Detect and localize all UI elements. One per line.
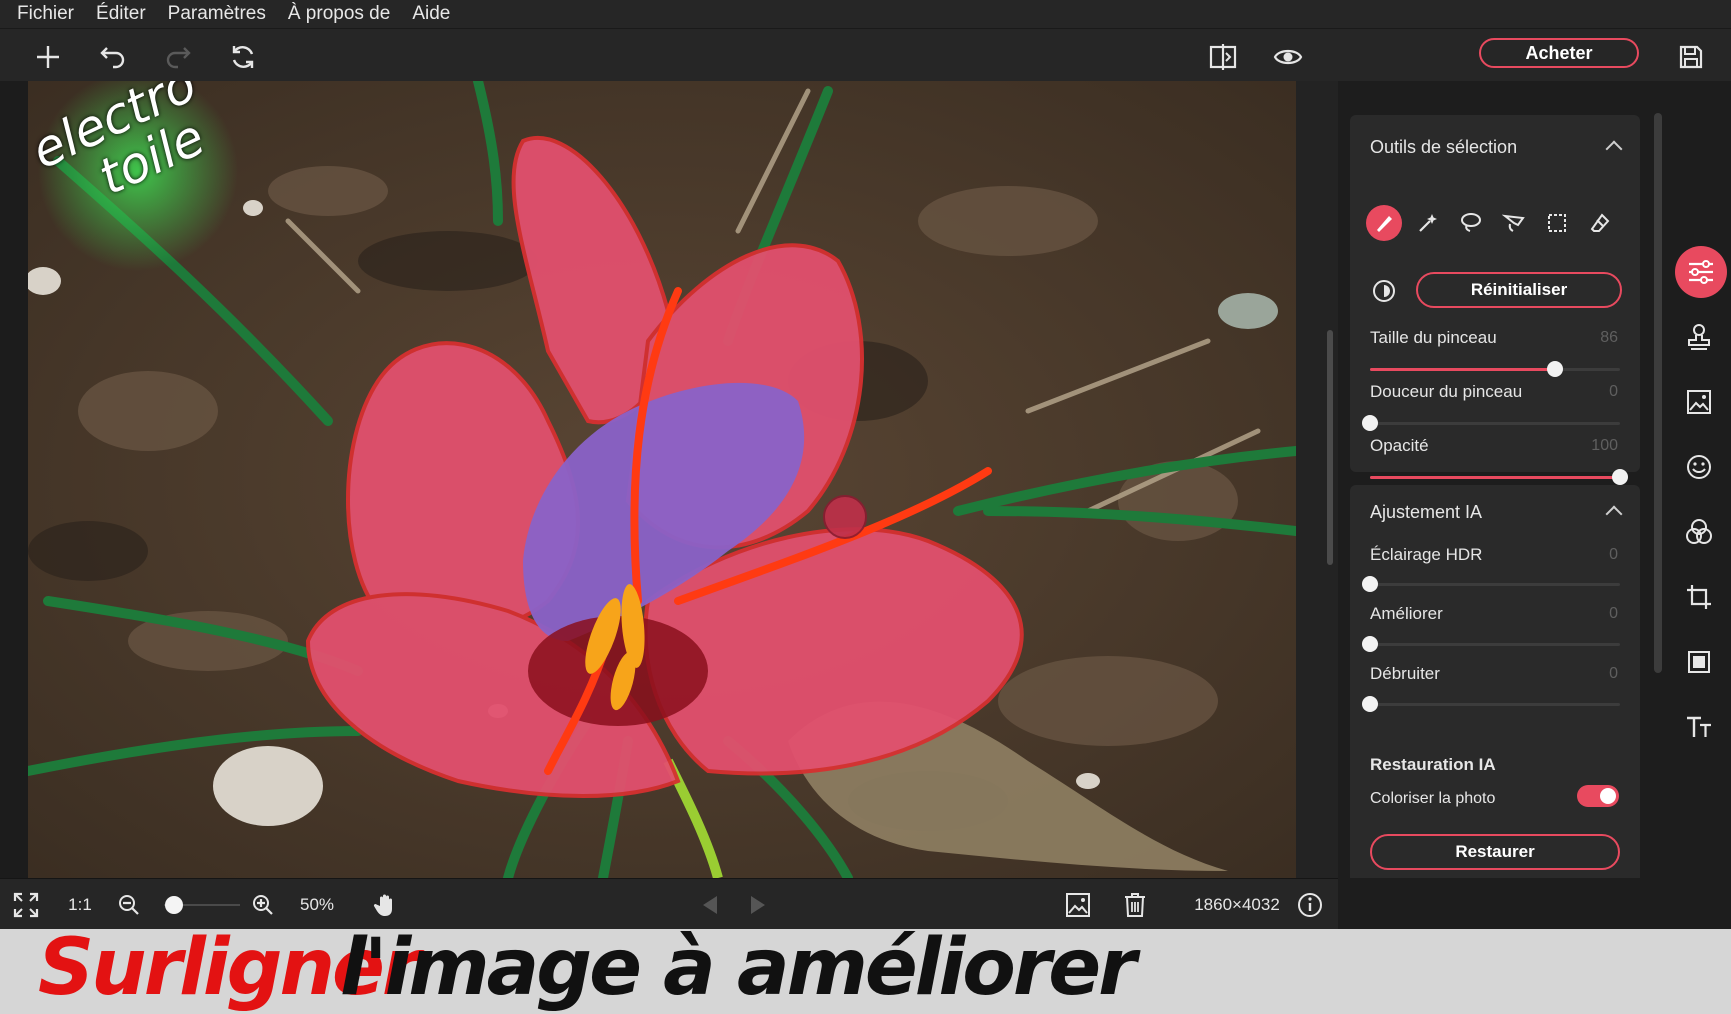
denoise-label: Débruiter [1370, 664, 1440, 683]
invert-selection-icon[interactable] [1370, 277, 1398, 305]
face-icon[interactable] [1676, 444, 1722, 490]
restore-button[interactable]: Restaurer [1370, 834, 1620, 870]
redo-icon[interactable] [158, 37, 198, 77]
polygon-lasso-icon[interactable] [1496, 205, 1532, 241]
crop-icon[interactable] [1676, 574, 1722, 620]
denoise-knob[interactable] [1362, 696, 1378, 712]
brush-softness-knob[interactable] [1362, 415, 1378, 431]
color-blend-icon[interactable] [1676, 509, 1722, 555]
bottom-right-fill [1338, 878, 1731, 929]
plus-icon[interactable] [28, 37, 68, 77]
zoom-knob[interactable] [164, 896, 183, 914]
trash-icon[interactable] [1119, 879, 1151, 930]
previous-image-icon[interactable] [696, 879, 724, 930]
ai-adjust-title: Ajustement IA [1370, 502, 1483, 522]
hdr-label: Éclairage HDR [1370, 545, 1483, 564]
collapse-ai-adjust-chevron-icon[interactable] [1605, 505, 1623, 523]
toolbar [0, 28, 1731, 82]
hdr-slider[interactable] [1362, 576, 1620, 592]
eraser-icon[interactable] [1582, 205, 1618, 241]
enhance-value: 0 [1609, 605, 1618, 622]
menu-parametres[interactable]: Paramètres [168, 3, 266, 25]
brush-size-knob[interactable] [1547, 361, 1563, 377]
enhance-slider[interactable] [1362, 636, 1620, 652]
hand-pan-icon[interactable] [370, 879, 402, 930]
save-icon[interactable] [1671, 37, 1711, 77]
next-image-icon[interactable] [744, 879, 772, 930]
menu-bar: Fichier Éditer Paramètres À propos de Ai… [0, 0, 1731, 28]
canvas-scrollbar[interactable] [1327, 330, 1333, 565]
hdr-knob[interactable] [1362, 576, 1378, 592]
hdr-value: 0 [1609, 546, 1618, 563]
text-icon[interactable] [1676, 704, 1722, 750]
open-image-icon[interactable] [1062, 879, 1094, 930]
caption-text: l'image à améliorer [340, 929, 1137, 1013]
one-to-one-button[interactable]: 1:1 [60, 879, 100, 930]
image-icon[interactable] [1676, 379, 1722, 425]
menu-fichier[interactable]: Fichier [17, 3, 74, 25]
info-icon[interactable] [1295, 879, 1325, 930]
denoise-slider[interactable] [1362, 696, 1620, 712]
stamp-icon[interactable] [1676, 314, 1722, 360]
canvas-margin-left [0, 81, 28, 878]
collapse-selection-chevron-icon[interactable] [1605, 140, 1623, 158]
brush-size-value: 86 [1600, 329, 1618, 346]
ai-restore-title: Restauration IA [1370, 755, 1496, 774]
refresh-icon[interactable] [223, 37, 263, 77]
denoise-value: 0 [1609, 665, 1618, 682]
brush-softness-label: Douceur du pinceau [1370, 382, 1523, 401]
enhance-label: Améliorer [1370, 604, 1443, 623]
transform-icon[interactable] [1676, 639, 1722, 685]
lasso-icon[interactable] [1453, 205, 1489, 241]
colorize-toggle[interactable] [1577, 785, 1619, 807]
zoom-in-icon[interactable] [248, 879, 278, 930]
undo-icon[interactable] [93, 37, 133, 77]
image-dimensions: 1860×4032 [1194, 894, 1280, 914]
video-caption: Surligner l'image à améliorer [0, 929, 1731, 1014]
menu-aide[interactable]: Aide [412, 3, 450, 25]
selection-tools-title: Outils de sélection [1370, 137, 1518, 157]
rect-select-icon[interactable] [1539, 205, 1575, 241]
compare-icon[interactable] [1203, 37, 1243, 77]
opacity-value: 100 [1591, 437, 1618, 454]
colorize-label: Coloriser la photo [1370, 790, 1496, 807]
zoom-level: 50% [299, 894, 335, 914]
selection-tools-card: Outils de sélection Réinitialiser Taille… [1350, 115, 1640, 485]
enhance-knob[interactable] [1362, 636, 1378, 652]
brush-softness-slider[interactable] [1362, 415, 1620, 431]
opacity-slider[interactable] [1370, 469, 1628, 485]
photo-artwork [28, 81, 1296, 878]
adjust-sliders-icon[interactable] [1675, 246, 1727, 298]
eye-icon[interactable] [1268, 37, 1308, 77]
buy-button[interactable]: Acheter [1479, 38, 1639, 68]
fit-screen-icon[interactable] [8, 879, 44, 930]
opacity-knob[interactable] [1612, 469, 1628, 485]
image-canvas[interactable]: electro toile [28, 81, 1296, 878]
magic-wand-icon[interactable] [1410, 205, 1446, 241]
brush-size-slider[interactable] [1370, 361, 1620, 377]
zoom-out-icon[interactable] [114, 879, 144, 930]
brush-size-label: Taille du pinceau [1370, 328, 1497, 347]
menu-editer[interactable]: Éditer [96, 3, 146, 25]
tool-rail [1666, 81, 1731, 878]
opacity-label: Opacité [1370, 436, 1429, 455]
brush-softness-value: 0 [1609, 383, 1618, 400]
panel-scrollbar[interactable] [1654, 113, 1662, 673]
bottom-bar: 1:1 50% 1860×4032 [0, 878, 1338, 930]
menu-a-propos[interactable]: À propos de [288, 3, 390, 25]
brush-icon[interactable] [1366, 205, 1402, 241]
reset-selection-button[interactable]: Réinitialiser [1416, 272, 1622, 308]
